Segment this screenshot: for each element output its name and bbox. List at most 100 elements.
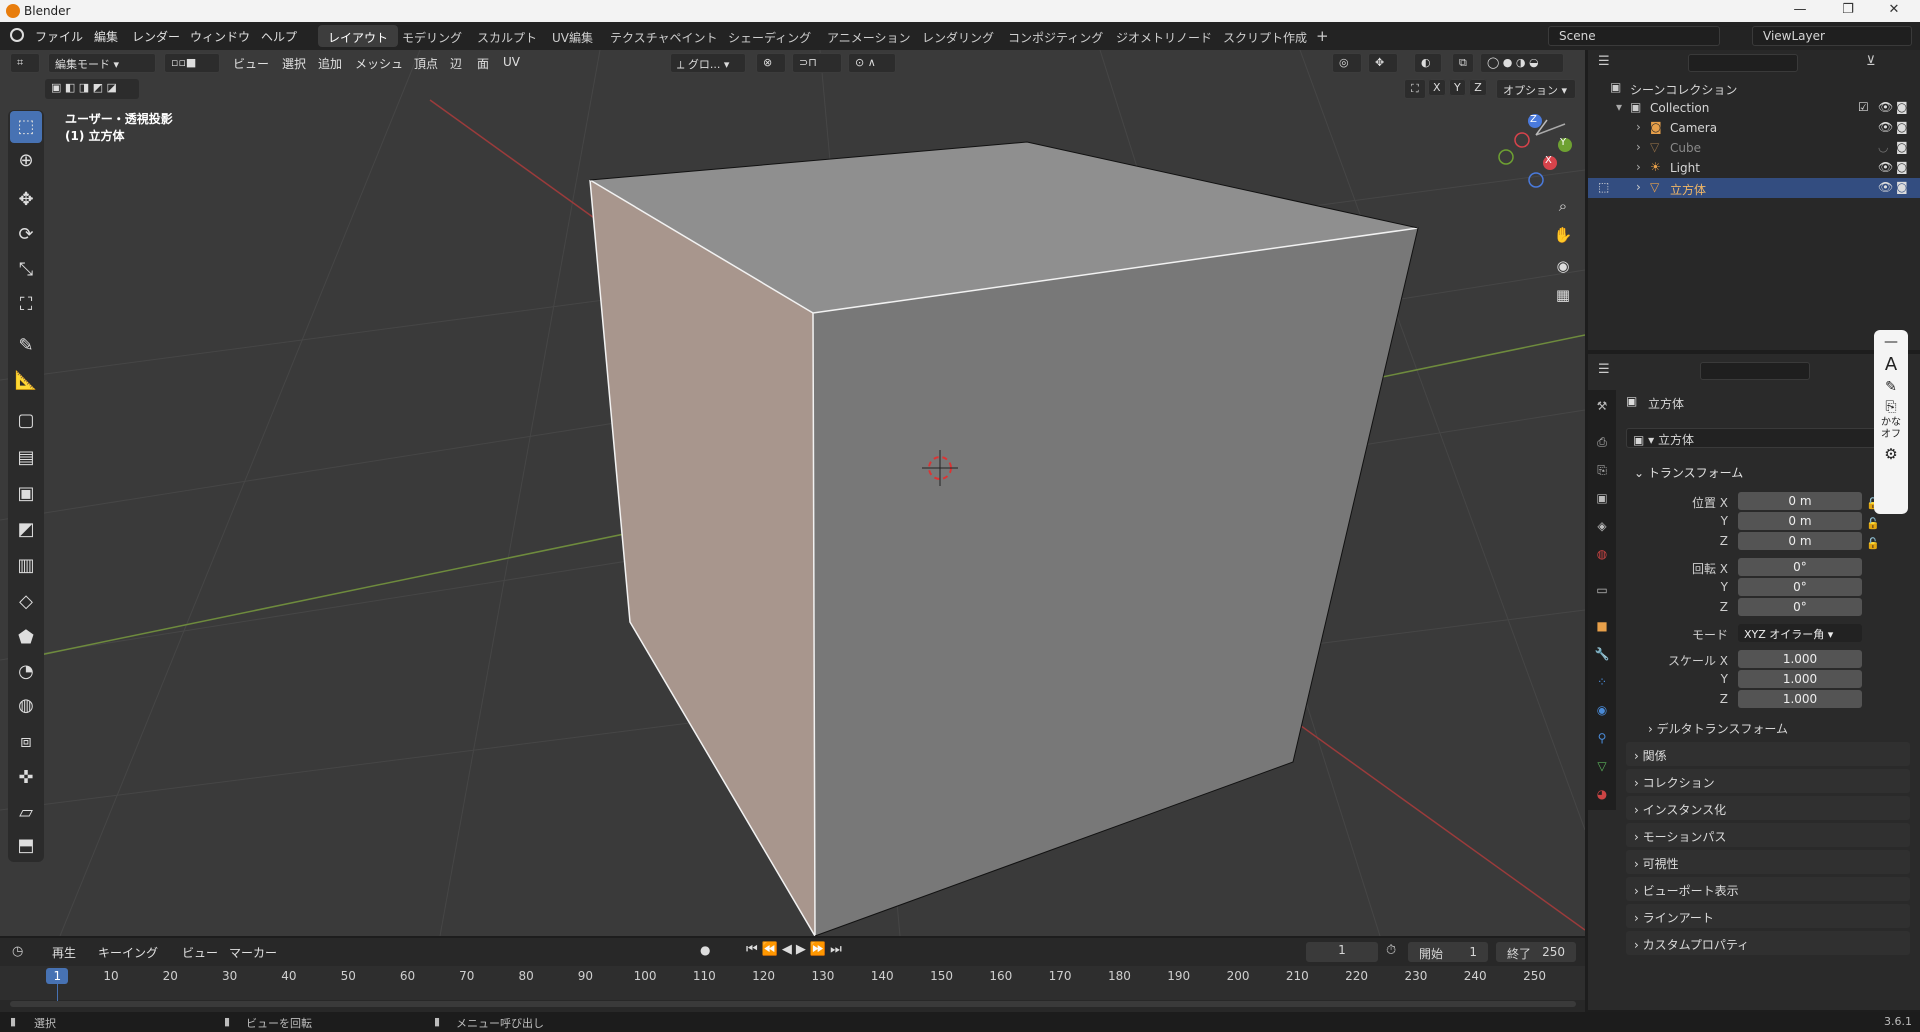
snap-icon[interactable]: ⊃⊓ — [792, 53, 842, 73]
section-collections[interactable]: › コレクション — [1626, 769, 1910, 793]
expand-arrow-icon[interactable]: › — [1636, 120, 1641, 134]
rotation-x-field[interactable]: 0° — [1738, 558, 1862, 576]
gizmo-toggle-icon[interactable]: ✥ — [1368, 53, 1398, 73]
view-layer-selector[interactable]: ViewLayer — [1752, 26, 1912, 46]
extrude-tool-icon[interactable]: ▤ — [10, 442, 42, 474]
section-motion-paths[interactable]: › モーションパス — [1626, 823, 1910, 847]
blender-menu-icon[interactable] — [10, 28, 24, 42]
constraints-tab-icon[interactable]: ⚲ — [1592, 728, 1612, 748]
expand-arrow-icon[interactable]: › — [1636, 180, 1641, 194]
camera-render-icon[interactable]: ◙ — [1896, 100, 1908, 114]
transform-tool-icon[interactable]: ⛶ — [10, 289, 42, 321]
ime-drag-icon[interactable]: — — [1874, 334, 1908, 350]
mirror-icon[interactable]: ⛶ — [1404, 79, 1426, 99]
smooth-tool-icon[interactable]: ◍ — [10, 690, 42, 722]
select-box-tool-icon[interactable]: ⬚ — [10, 111, 42, 143]
annotate-tool-icon[interactable]: ✎ — [10, 330, 42, 362]
outliner-scene-collection[interactable]: ▣ シーンコレクション — [1588, 78, 1920, 98]
scale-x-field[interactable]: 1.000 — [1738, 650, 1862, 668]
viewport-menu-vertex[interactable]: 頂点 — [414, 55, 438, 72]
current-frame-field[interactable]: 1 — [1306, 942, 1378, 962]
timeline-menu-marker[interactable]: マーカー — [229, 944, 277, 961]
loop-cut-tool-icon[interactable]: ▥ — [10, 550, 42, 582]
ime-input-mode-icon[interactable]: A — [1874, 354, 1908, 375]
section-visibility[interactable]: › 可視性 — [1626, 850, 1910, 874]
options-dropdown[interactable]: オプション ▾ — [1496, 79, 1576, 99]
outliner-item-cube[interactable]: › ▽ Cube ◡ ◙ — [1588, 138, 1920, 158]
viewport-menu-face[interactable]: 面 — [477, 55, 489, 72]
camera-view-icon[interactable]: ◉ — [1550, 253, 1576, 279]
outliner-search-input[interactable] — [1688, 54, 1798, 72]
modifier-tab-icon[interactable]: 🔧 — [1592, 644, 1612, 664]
mirror-y-button[interactable]: Y — [1449, 79, 1466, 96]
tool-tab-icon[interactable]: ⚒ — [1592, 396, 1612, 416]
start-frame-field[interactable]: 開始 1 — [1408, 942, 1488, 962]
3d-viewport[interactable]: Z Y X ユーザー・透視投影 (1) 立方体 ⌕ ✋ ◉ ▦ — [0, 50, 1585, 936]
cursor-tool-icon[interactable]: ⊕ — [10, 145, 42, 177]
expand-arrow-icon[interactable]: › — [1636, 140, 1641, 154]
outliner-item-camera[interactable]: › ◙ Camera 👁 ◙ — [1588, 118, 1920, 138]
add-cube-tool-icon[interactable]: ▢ — [10, 405, 42, 437]
outliner-item-rippotai[interactable]: ⬚ › ▽ 立方体 👁 ◙ — [1588, 178, 1920, 198]
shrink-fatten-tool-icon[interactable]: ✜ — [10, 762, 42, 794]
pan-hand-icon[interactable]: ✋ — [1550, 222, 1576, 248]
pivot-icon[interactable]: ⊗ — [756, 53, 786, 73]
tab-texture-paint[interactable]: テクスチャペイント — [600, 25, 728, 47]
object-name-field[interactable]: ▣ ▾ 立方体 — [1626, 428, 1876, 448]
edge-slide-tool-icon[interactable]: ⧈ — [10, 726, 42, 758]
poly-build-tool-icon[interactable]: ⬟ — [10, 622, 42, 654]
ime-settings-icon[interactable]: ⚙ — [1874, 445, 1908, 463]
add-workspace-icon[interactable]: + — [1316, 27, 1329, 45]
render-tab-icon[interactable]: ⎙ — [1592, 432, 1612, 452]
timeline-scrollbar[interactable] — [10, 1001, 1576, 1007]
rotation-mode-dropdown[interactable]: XYZ オイラー角 ▾ — [1738, 624, 1862, 642]
tab-compositing[interactable]: コンポジティング — [998, 25, 1113, 47]
section-custom-properties[interactable]: › カスタムプロパティ — [1626, 931, 1910, 955]
viewport-menu-view[interactable]: ビュー — [233, 55, 269, 72]
minimize-button[interactable]: — — [1780, 2, 1820, 20]
section-relations[interactable]: › 関係 — [1626, 742, 1910, 766]
zoom-icon[interactable]: ⌕ — [1550, 193, 1576, 219]
menu-file[interactable]: ファイル — [35, 28, 83, 45]
scale-tool-icon[interactable]: ⤡ — [10, 254, 42, 286]
collection-tab-icon[interactable]: ▭ — [1592, 580, 1612, 600]
ime-pad-icon[interactable]: ✎ — [1874, 379, 1908, 395]
viewport-menu-mesh[interactable]: メッシュ — [355, 55, 403, 72]
playback-controls[interactable]: ⏮⏪◀▶⏩⏭ — [746, 942, 846, 957]
rotation-y-field[interactable]: 0° — [1738, 578, 1862, 596]
record-icon[interactable]: ● — [700, 943, 710, 957]
scene-tab-icon[interactable]: ◈ — [1592, 516, 1612, 536]
tab-rendering[interactable]: レンダリング — [912, 25, 1004, 47]
section-viewport-display[interactable]: › ビューポート表示 — [1626, 877, 1910, 901]
section-instancing[interactable]: › インスタンス化 — [1626, 796, 1910, 820]
close-button[interactable]: ✕ — [1874, 2, 1914, 20]
outliner-item-light[interactable]: › ☀ Light 👁 ◙ — [1588, 158, 1920, 178]
ime-kana-label[interactable]: かな オフ — [1874, 417, 1908, 441]
overlay-toggle-icon[interactable]: ◐ — [1414, 53, 1442, 73]
bevel-tool-icon[interactable]: ◩ — [10, 514, 42, 546]
visibility-icon[interactable]: ◎ — [1332, 53, 1362, 73]
maximize-button[interactable]: ❐ — [1828, 2, 1868, 20]
eye-icon[interactable]: 👁 — [1878, 160, 1893, 174]
tab-sculpt[interactable]: スカルプト — [467, 25, 547, 47]
delta-transform-section[interactable]: › デルタトランスフォーム — [1648, 720, 1788, 737]
viewport-menu-select[interactable]: 選択 — [282, 55, 306, 72]
viewport-menu-add[interactable]: 追加 — [318, 55, 342, 72]
timeline-editor-icon[interactable]: ◷ — [12, 944, 23, 959]
tab-layout[interactable]: レイアウト — [318, 25, 399, 47]
eye-hidden-icon[interactable]: ◡ — [1878, 140, 1888, 154]
material-tab-icon[interactable]: ◕ — [1592, 784, 1612, 804]
tab-animation[interactable]: アニメーション — [817, 25, 921, 47]
spin-tool-icon[interactable]: ◔ — [10, 656, 42, 688]
camera-render-icon[interactable]: ◙ — [1896, 120, 1908, 134]
shear-tool-icon[interactable]: ▱ — [10, 797, 42, 829]
menu-render[interactable]: レンダー — [132, 28, 180, 45]
transform-orientation-selector[interactable]: ⟂ グロ... ▾ — [670, 53, 746, 73]
select-mode-buttons[interactable]: ▫▫■ — [164, 53, 220, 73]
world-tab-icon[interactable]: ◍ — [1592, 544, 1612, 564]
mode-selector[interactable]: 編集モード ▾ — [48, 53, 156, 73]
tab-uv-editing[interactable]: UV編集 — [542, 25, 603, 47]
tab-modeling[interactable]: モデリング — [392, 25, 472, 47]
measure-tool-icon[interactable]: 📐 — [10, 365, 42, 397]
move-tool-icon[interactable]: ✥ — [10, 184, 42, 216]
